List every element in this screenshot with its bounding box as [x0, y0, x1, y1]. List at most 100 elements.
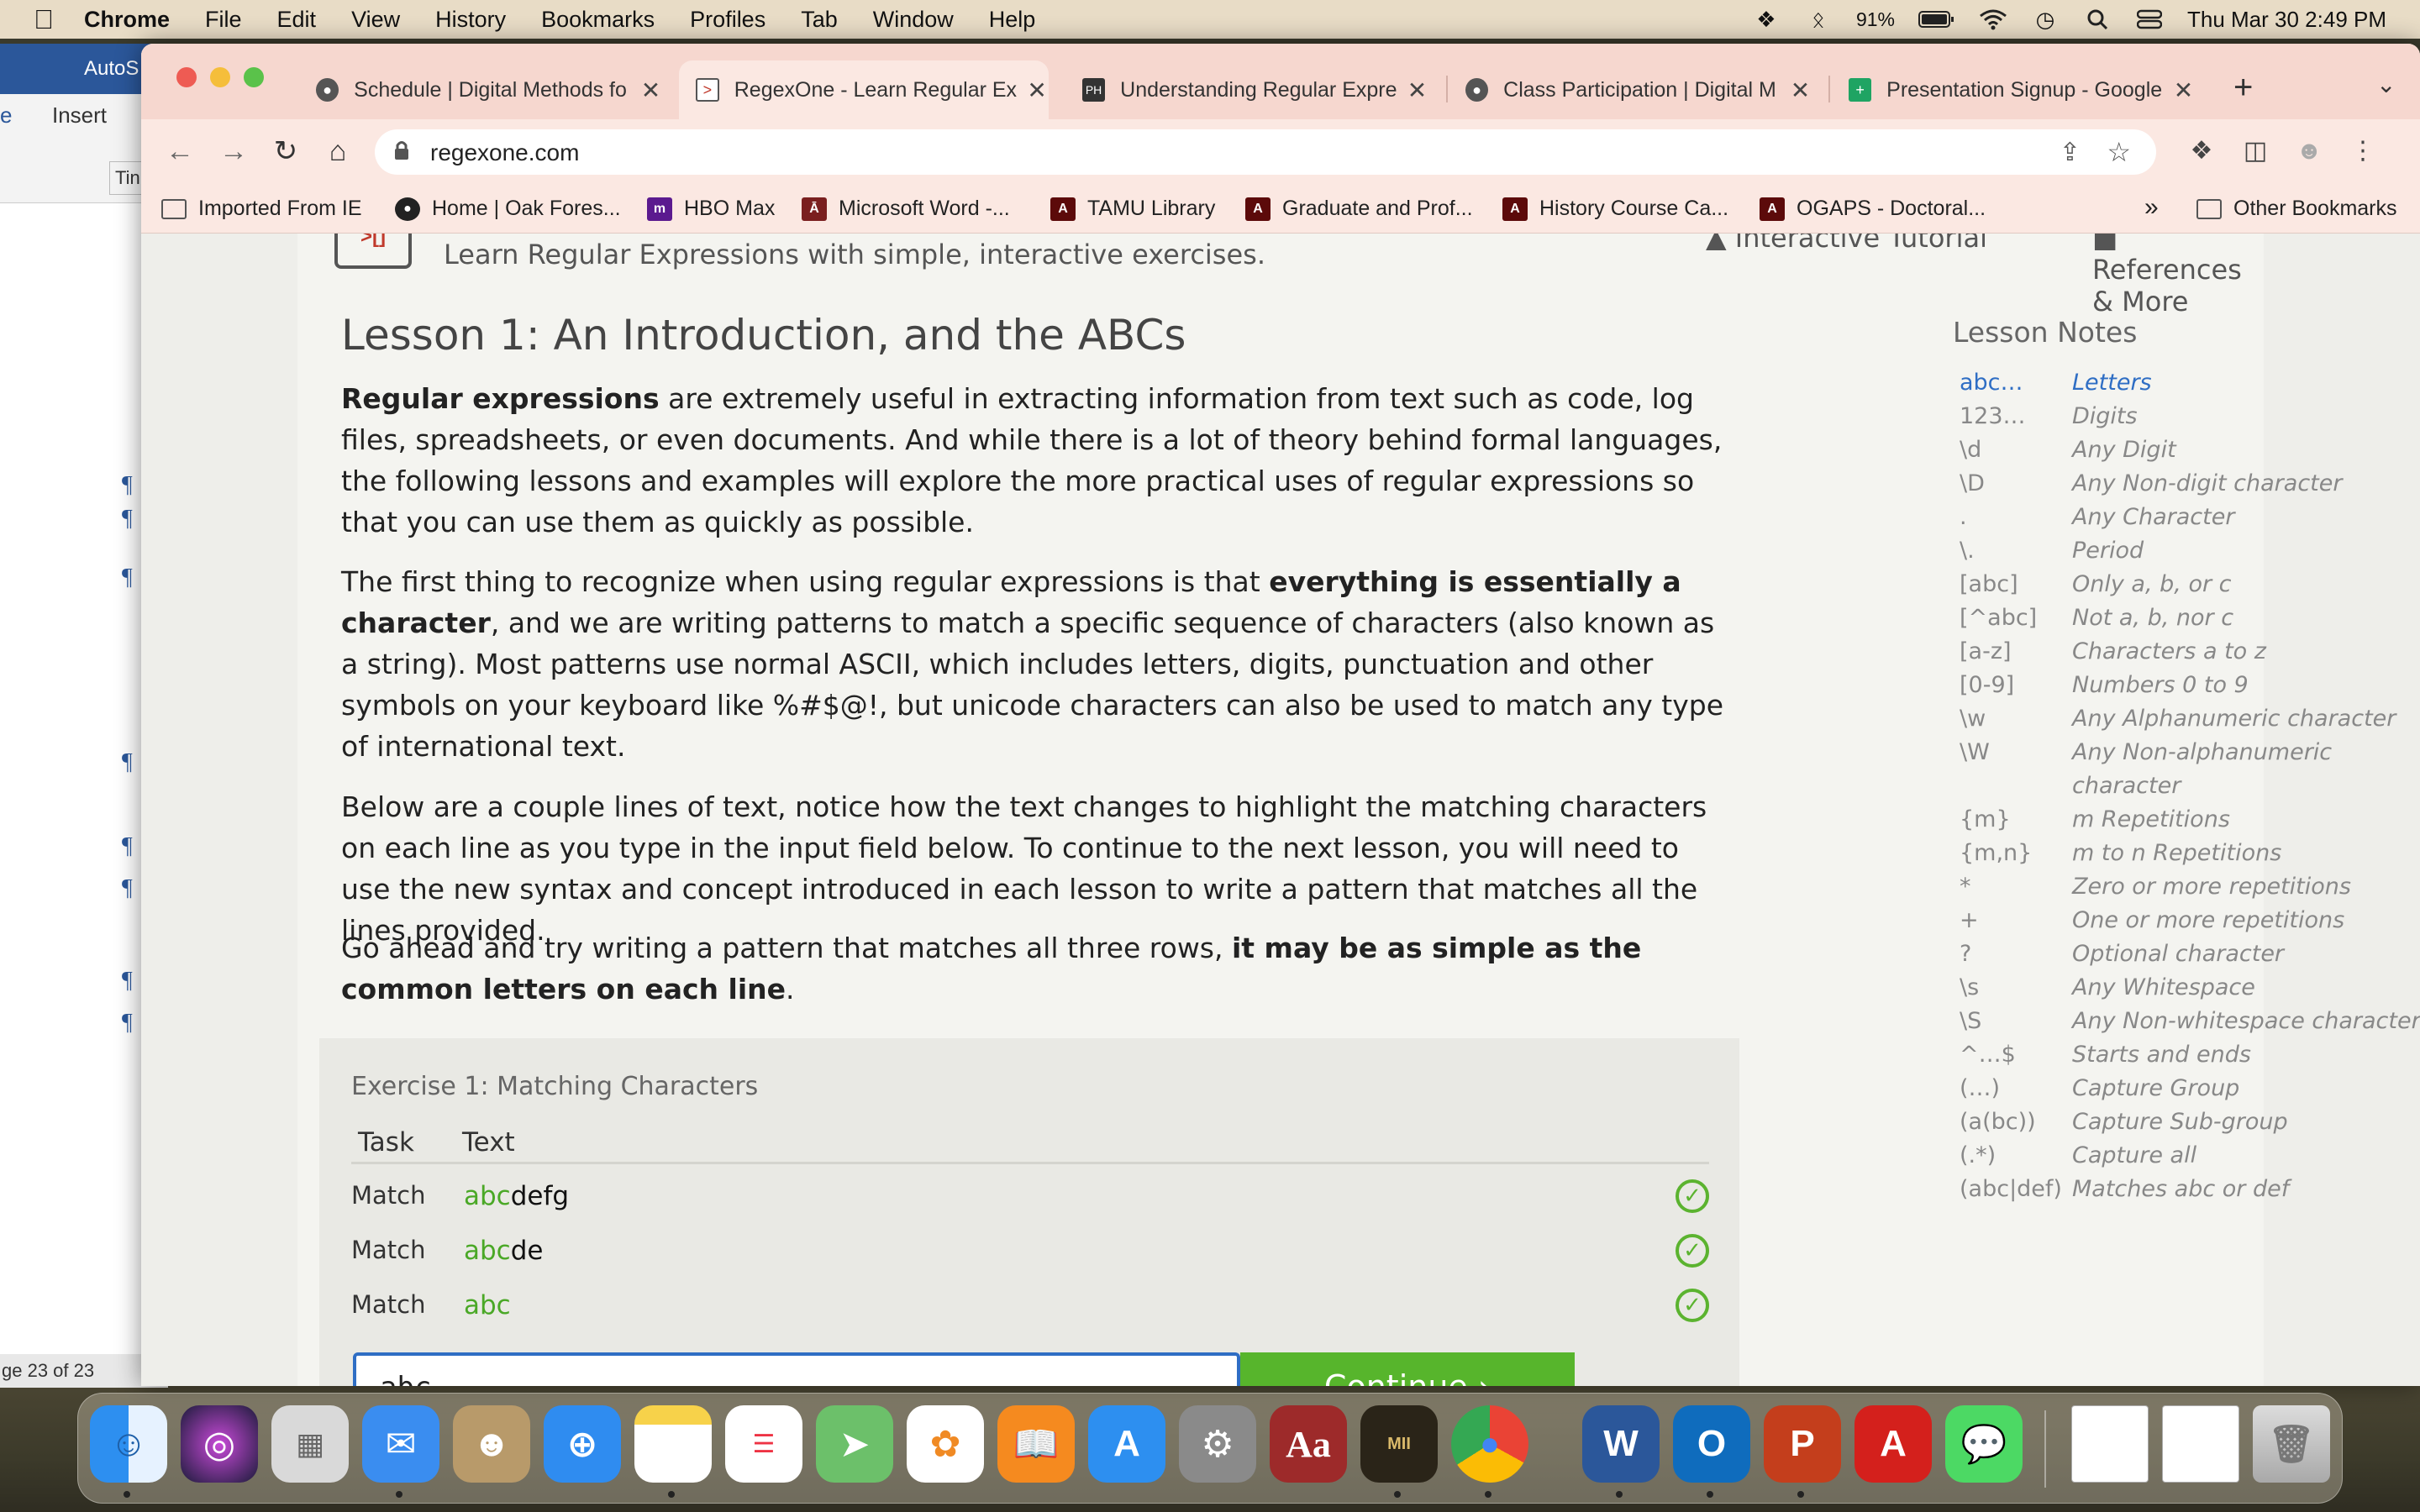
dock-trash-icon[interactable]: 🗑: [2253, 1405, 2330, 1483]
note-row[interactable]: ? Optional character: [1960, 941, 2420, 974]
note-row[interactable]: (…) Capture Group: [1960, 1075, 2420, 1109]
note-row[interactable]: [abc] Only a, b, or c: [1960, 571, 2420, 605]
menu-view[interactable]: View: [351, 7, 400, 33]
menu-help[interactable]: Help: [989, 7, 1036, 33]
menu-tab[interactable]: Tab: [801, 7, 838, 33]
dock-notes-icon[interactable]: [634, 1405, 712, 1483]
chevron-down-icon[interactable]: ⌄: [2376, 71, 2396, 98]
regexone-logo[interactable]: >[]: [334, 234, 412, 269]
share-icon[interactable]: ⇪: [2060, 138, 2081, 167]
dock-messages-icon[interactable]: 💬: [1945, 1405, 2023, 1483]
tab-presentation-signup[interactable]: + Presentation Signup - Google ✕: [1832, 60, 2195, 119]
spotlight-icon[interactable]: [2083, 8, 2112, 30]
close-icon[interactable]: ✕: [2172, 76, 2195, 104]
note-row[interactable]: \W Any Non-alphanumeric: [1960, 739, 2420, 773]
bookmark-ogaps[interactable]: A OGAPS - Doctoral...: [1760, 197, 1986, 221]
reload-button[interactable]: ↻: [267, 133, 304, 170]
note-row[interactable]: {m,n} m to n Repetitions: [1960, 840, 2420, 874]
menu-app-name[interactable]: Chrome: [84, 7, 170, 33]
continue-button[interactable]: Continue ›: [1240, 1352, 1575, 1386]
bookmark-graduate-prof[interactable]: A Graduate and Prof...: [1245, 197, 1473, 221]
word-tab-insert[interactable]: Insert: [52, 102, 107, 129]
dock-app-store-icon[interactable]: A: [1088, 1405, 1165, 1483]
dock-contacts-icon[interactable]: ☻: [453, 1405, 530, 1483]
address-bar[interactable]: regexone.com ⇪ ☆: [375, 129, 2156, 175]
dock-books-icon[interactable]: 📖: [997, 1405, 1075, 1483]
dock-document-icon[interactable]: [2162, 1405, 2239, 1483]
dock-reminders-icon[interactable]: ☰: [725, 1405, 802, 1483]
menu-file[interactable]: File: [205, 7, 242, 33]
close-icon[interactable]: ✕: [1406, 76, 1428, 104]
home-button[interactable]: ⌂: [319, 133, 356, 170]
menubar-clock[interactable]: Thu Mar 30 2:49 PM: [2187, 7, 2386, 33]
close-window-button[interactable]: [176, 67, 197, 87]
extensions-icon[interactable]: ❖: [2185, 134, 2218, 168]
dock-powerpoint-icon[interactable]: P: [1764, 1405, 1841, 1483]
dock-launchpad-icon[interactable]: ▦: [271, 1405, 349, 1483]
menu-bookmarks[interactable]: Bookmarks: [541, 7, 655, 33]
bookmark-oak-forest[interactable]: ● Home | Oak Fores...: [395, 197, 621, 221]
regex-input[interactable]: abc: [353, 1352, 1240, 1386]
dock-acrobat-icon[interactable]: A: [1854, 1405, 1932, 1483]
bookmark-star-icon[interactable]: ☆: [2107, 136, 2131, 168]
back-button[interactable]: ←: [161, 133, 198, 170]
bluetooth-icon[interactable]: ᛟ: [1804, 7, 1833, 32]
time-machine-icon[interactable]: ◷: [2031, 7, 2060, 32]
note-row[interactable]: . Any Character: [1960, 504, 2420, 538]
dock-system-preferences-icon[interactable]: ⚙: [1179, 1405, 1256, 1483]
dock-word-icon[interactable]: W: [1582, 1405, 1660, 1483]
dock-maps-icon[interactable]: ➤: [816, 1405, 893, 1483]
note-row[interactable]: \S Any Non-whitespace character: [1960, 1008, 2420, 1042]
note-row[interactable]: \s Any Whitespace: [1960, 974, 2420, 1008]
nav-references[interactable]: ■ References & More: [2092, 234, 2264, 318]
menu-edit[interactable]: Edit: [277, 7, 317, 33]
dock-finder-icon[interactable]: ☺: [90, 1405, 167, 1483]
dock-medieval-ii-icon[interactable]: MII: [1360, 1405, 1438, 1483]
bookmark-history-course[interactable]: A History Course Ca...: [1502, 197, 1728, 221]
tab-schedule[interactable]: ● Schedule | Digital Methods fo ✕: [299, 60, 662, 119]
close-icon[interactable]: ✕: [1025, 76, 1049, 104]
forward-button[interactable]: →: [215, 133, 252, 170]
dock-siri-icon[interactable]: ◎: [181, 1405, 258, 1483]
zoom-window-button[interactable]: [244, 67, 264, 87]
menu-profiles[interactable]: Profiles: [690, 7, 765, 33]
bookmark-imported-from-ie[interactable]: Imported From IE: [161, 197, 362, 221]
word-tab-home[interactable]: e: [0, 102, 12, 129]
tab-regexone[interactable]: > RegexOne - Learn Regular Ex ✕: [679, 60, 1049, 119]
note-row[interactable]: * Zero or more repetitions: [1960, 874, 2420, 907]
note-row[interactable]: \. Period: [1960, 538, 2420, 571]
note-row[interactable]: \d Any Digit: [1960, 437, 2420, 470]
minimize-window-button[interactable]: [210, 67, 230, 87]
bookmark-microsoft-word[interactable]: Ā Microsoft Word -...: [802, 197, 1010, 221]
note-row[interactable]: {m} m Repetitions: [1960, 806, 2420, 840]
side-panel-icon[interactable]: ◫: [2238, 134, 2272, 168]
dock-outlook-icon[interactable]: O: [1673, 1405, 1750, 1483]
close-icon[interactable]: ✕: [1789, 76, 1812, 104]
wifi-icon[interactable]: [1979, 8, 2007, 30]
new-tab-button[interactable]: +: [2233, 69, 2253, 107]
note-row[interactable]: 123… Digits: [1960, 403, 2420, 437]
more-menu-icon[interactable]: ⋮: [2346, 134, 2380, 168]
url-text[interactable]: regexone.com: [430, 139, 579, 166]
control-center-icon[interactable]: [2135, 8, 2164, 30]
battery-icon[interactable]: [1918, 8, 1955, 30]
menu-window[interactable]: Window: [873, 7, 954, 33]
dock-mail-icon[interactable]: ✉: [362, 1405, 439, 1483]
note-row[interactable]: [^abc] Not a, b, nor c: [1960, 605, 2420, 638]
note-row[interactable]: + One or more repetitions: [1960, 907, 2420, 941]
dock-dictionary-icon[interactable]: Aa: [1270, 1405, 1347, 1483]
dock-chrome-icon[interactable]: ●: [1451, 1405, 1528, 1483]
profile-avatar[interactable]: ☻: [2292, 134, 2326, 168]
bookmark-hbo-max[interactable]: m HBO Max: [647, 197, 775, 221]
bookmark-other-bookmarks[interactable]: Other Bookmarks: [2196, 197, 2397, 221]
note-row[interactable]: ^…$ Starts and ends: [1960, 1042, 2420, 1075]
note-row[interactable]: \D Any Non-digit character: [1960, 470, 2420, 504]
note-row[interactable]: abc… Letters: [1960, 370, 2420, 403]
note-row[interactable]: \w Any Alphanumeric character: [1960, 706, 2420, 739]
menu-history[interactable]: History: [435, 7, 506, 33]
lock-icon[interactable]: [393, 139, 412, 165]
note-row[interactable]: (a(bc)) Capture Sub-group: [1960, 1109, 2420, 1142]
tab-understanding-regex[interactable]: PH Understanding Regular Expre ✕: [1065, 60, 1428, 119]
dock-safari-icon[interactable]: ⊕: [544, 1405, 621, 1483]
note-row[interactable]: [0-9] Numbers 0 to 9: [1960, 672, 2420, 706]
